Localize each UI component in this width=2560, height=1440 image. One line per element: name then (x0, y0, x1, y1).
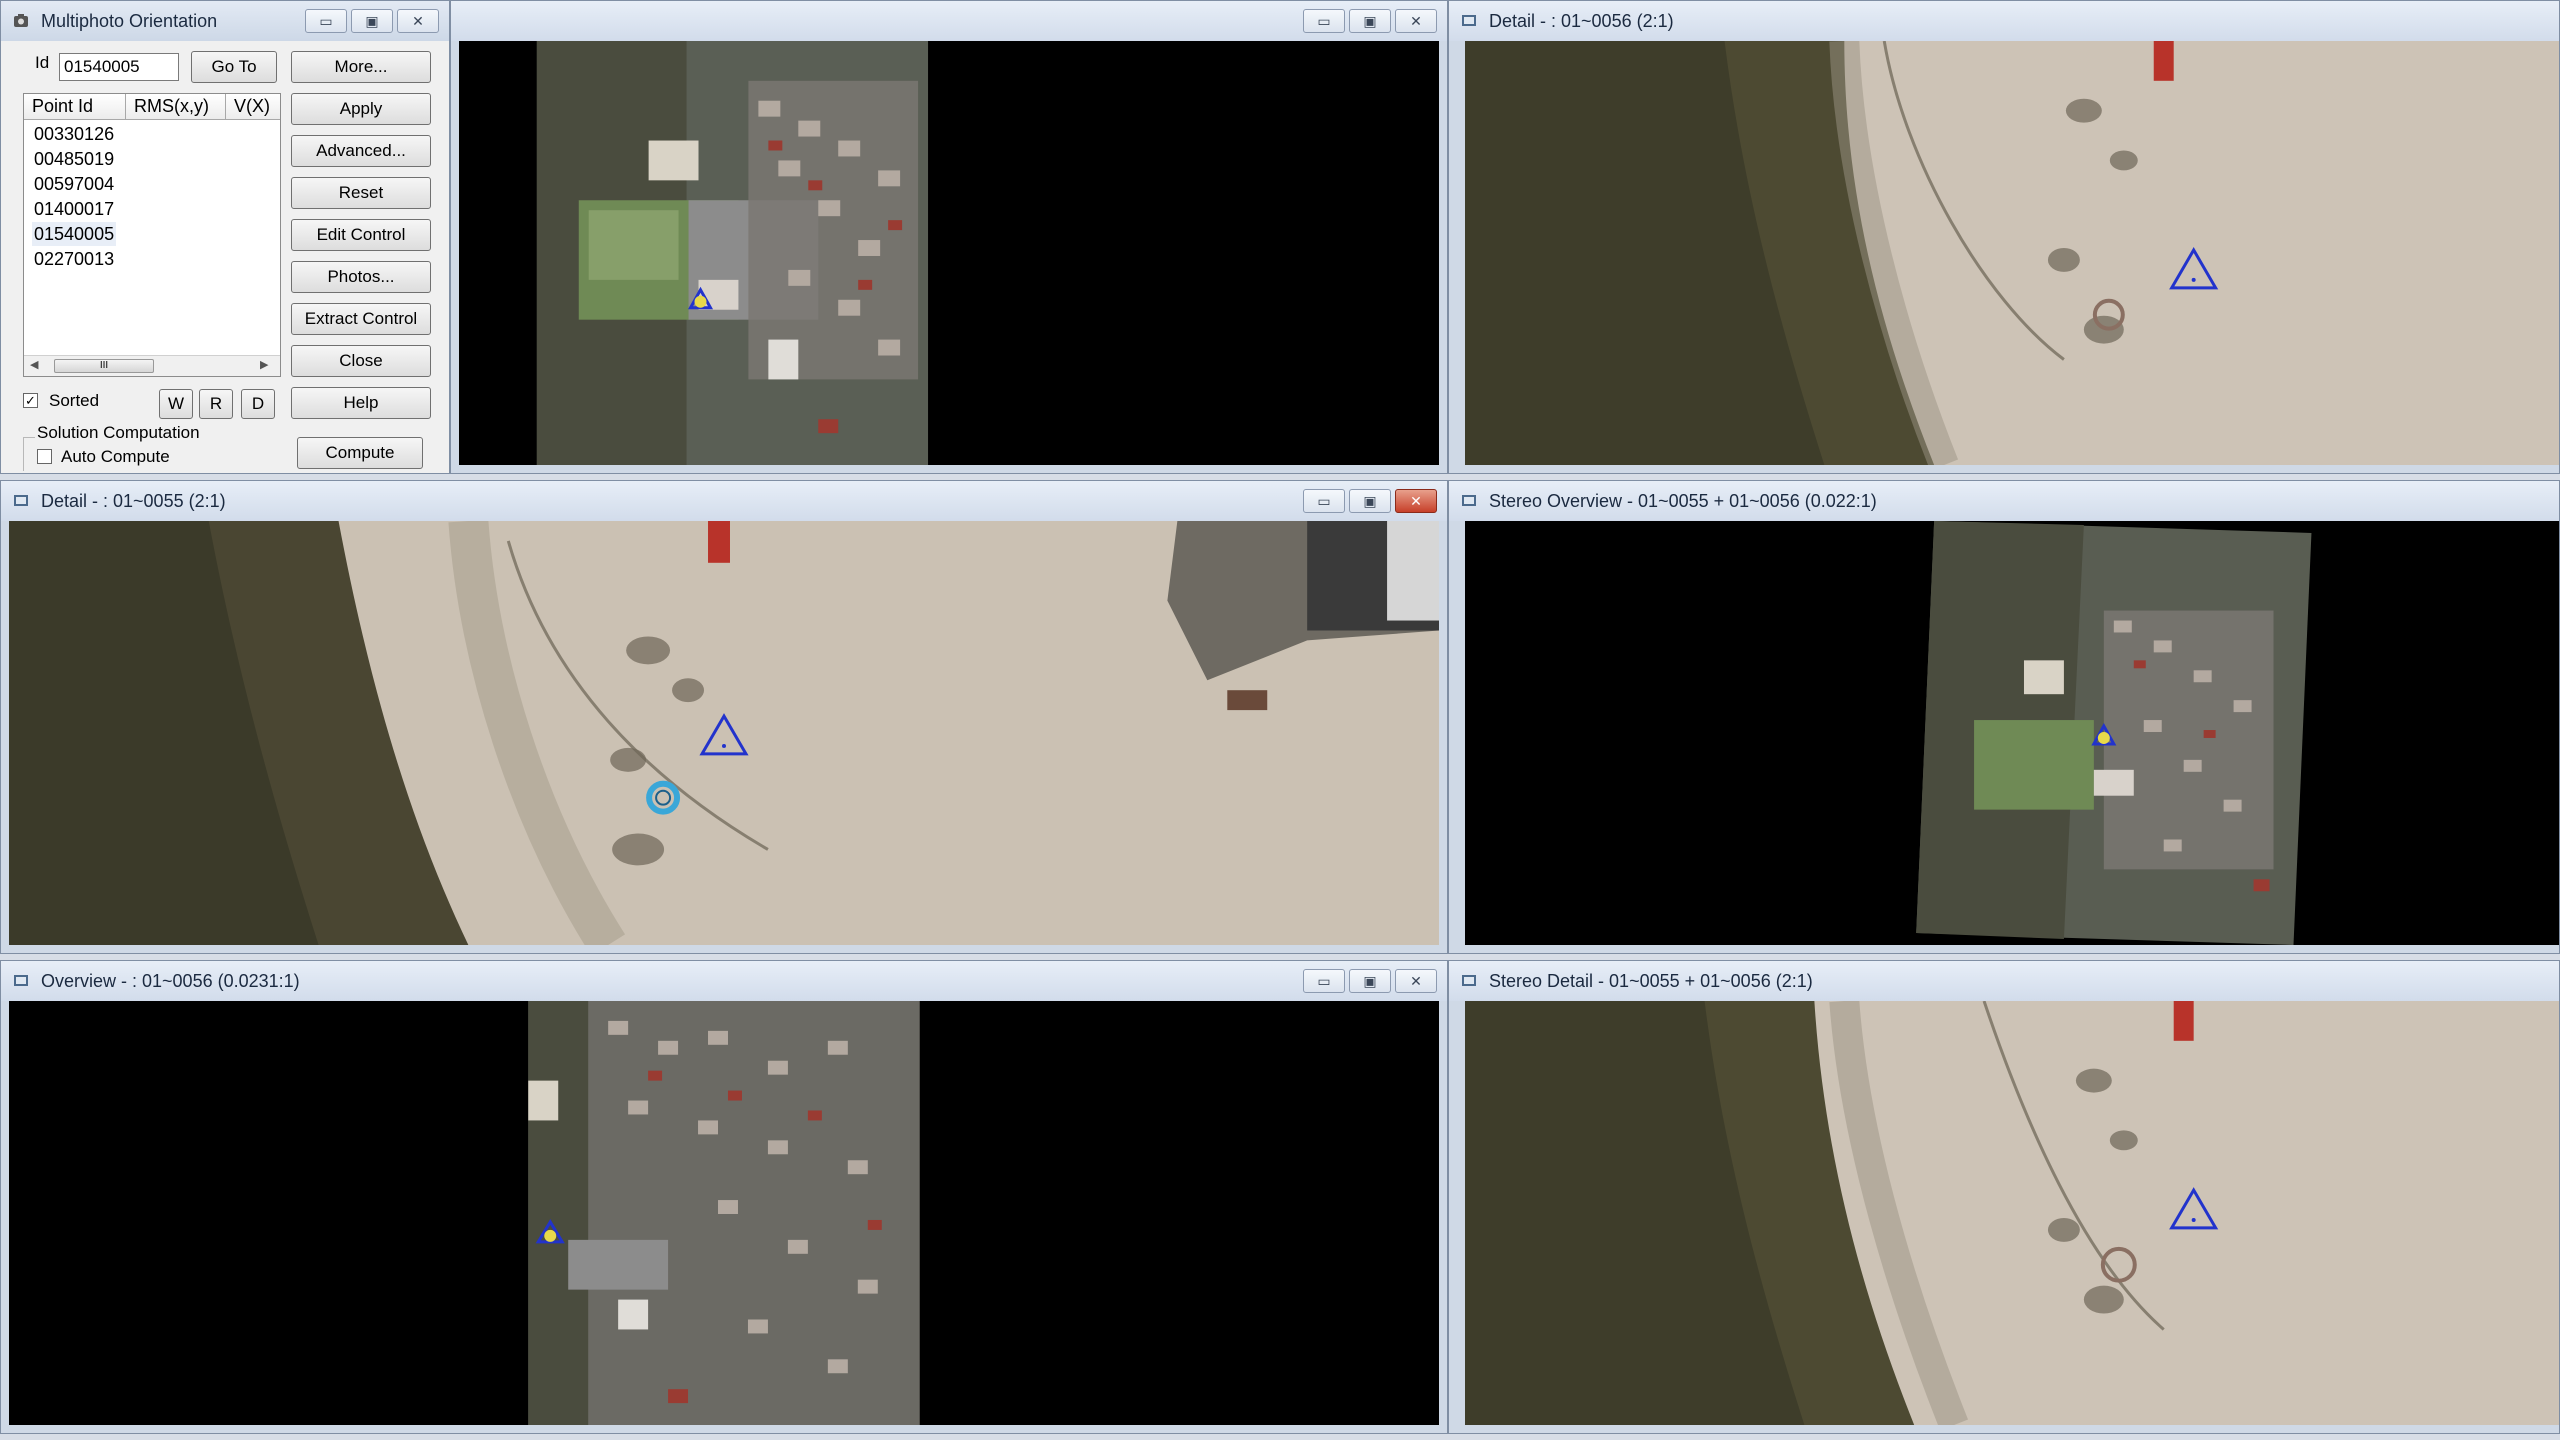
window-icon (1462, 15, 1476, 26)
maximize-icon: ▣ (1363, 493, 1377, 509)
detail-0056-title: Detail - : 01~0056 (2:1) (1489, 11, 1674, 31)
stereo-detail-titlebar[interactable]: Stereo Detail - 01~0055 + 01~0056 (2:1) (1449, 961, 2559, 1001)
close-dialog-button[interactable]: Close (291, 345, 431, 377)
aerial-image-stereo-overview (1465, 521, 2559, 945)
stereo-overview-viewport[interactable] (1465, 521, 2559, 945)
reset-button[interactable]: Reset (291, 177, 431, 209)
stereo-overview-window: Stereo Overview - 01~0055 + 01~0056 (0.0… (1448, 480, 2560, 954)
multiphoto-orientation-dialog: Multiphoto Orientation ▭ ▣ ✕ Id 01540005… (0, 0, 450, 474)
stereo-overview-title: Stereo Overview - 01~0055 + 01~0056 (0.0… (1489, 491, 1877, 511)
d-button[interactable]: D (241, 389, 275, 419)
stereo-detail-viewport[interactable] (1465, 1001, 2559, 1425)
maximize-button[interactable]: ▣ (1349, 9, 1391, 33)
r-button[interactable]: R (199, 389, 233, 419)
column-header-rms[interactable]: RMS(x,y) (126, 94, 226, 120)
point-list[interactable]: Point Id RMS(x,y) V(X) 00330126 00485019… (23, 93, 281, 377)
minimize-button[interactable]: ▭ (1303, 9, 1345, 33)
more-button[interactable]: More... (291, 51, 431, 83)
close-button[interactable]: ✕ (397, 9, 439, 33)
go-to-button[interactable]: Go To (191, 51, 277, 83)
aerial-image-overview-top (459, 41, 1439, 465)
edit-control-button[interactable]: Edit Control (291, 219, 431, 251)
maximize-icon: ▣ (1363, 973, 1377, 989)
maximize-button[interactable]: ▣ (1349, 969, 1391, 993)
w-button[interactable]: W (159, 389, 193, 419)
window-icon (14, 14, 28, 27)
overview-top-viewport[interactable] (459, 41, 1439, 465)
close-button[interactable]: ✕ (1395, 9, 1437, 33)
close-icon: ✕ (1410, 13, 1422, 29)
close-button[interactable]: ✕ (1395, 489, 1437, 513)
close-icon: ✕ (1410, 493, 1422, 509)
horizontal-scrollbar[interactable]: ◀ III ▶ (24, 355, 280, 376)
id-input[interactable]: 01540005 (59, 53, 179, 81)
detail-0056-titlebar[interactable]: Detail - : 01~0056 (2:1) (1449, 1, 2559, 41)
maximize-button[interactable]: ▣ (1349, 489, 1391, 513)
overview-top-titlebar[interactable]: ▭ ▣ ✕ (451, 1, 1447, 41)
close-icon: ✕ (412, 13, 424, 29)
compute-button[interactable]: Compute (297, 437, 423, 469)
extract-control-button[interactable]: Extract Control (291, 303, 431, 335)
minimize-icon: ▭ (1317, 973, 1331, 989)
photos-button[interactable]: Photos... (291, 261, 431, 293)
list-item-selected[interactable]: 01540005 (32, 222, 117, 246)
help-button[interactable]: Help (291, 387, 431, 419)
column-header-point-id[interactable]: Point Id (24, 94, 126, 120)
aerial-image-overview-0056 (9, 1001, 1439, 1425)
minimize-icon: ▭ (1317, 13, 1331, 29)
solution-computation-label: Solution Computation (35, 423, 202, 443)
close-button[interactable]: ✕ (1395, 969, 1437, 993)
overview-0056-viewport[interactable] (9, 1001, 1439, 1425)
list-item[interactable]: 01400017 (32, 197, 116, 221)
window-icon (1462, 495, 1476, 506)
list-item[interactable]: 02270013 (32, 247, 116, 271)
window-icon (14, 495, 28, 506)
detail-0056-viewport[interactable] (1465, 41, 2559, 465)
auto-compute-label: Auto Compute (61, 447, 170, 466)
scroll-left-icon[interactable]: ◀ (30, 358, 38, 371)
minimize-icon: ▭ (319, 13, 333, 29)
window-icon (1462, 975, 1476, 986)
apply-button[interactable]: Apply (291, 93, 431, 125)
id-label: Id (35, 53, 50, 72)
scroll-thumb[interactable]: III (54, 359, 154, 373)
close-icon: ✕ (1410, 973, 1422, 989)
aerial-image-detail-0056 (1465, 41, 2559, 465)
advanced-button[interactable]: Advanced... (291, 135, 431, 167)
stereo-overview-titlebar[interactable]: Stereo Overview - 01~0055 + 01~0056 (0.0… (1449, 481, 2559, 521)
maximize-button[interactable]: ▣ (351, 9, 393, 33)
maximize-icon: ▣ (365, 13, 379, 29)
sorted-label: Sorted (49, 391, 100, 410)
list-item[interactable]: 00330126 (32, 122, 116, 146)
scroll-right-icon[interactable]: ▶ (260, 358, 268, 371)
detail-0055-title: Detail - : 01~0055 (2:1) (41, 491, 226, 511)
detail-window-0055: Detail - : 01~0055 (2:1) ▭ ▣ ✕ (0, 480, 1448, 954)
stereo-detail-title: Stereo Detail - 01~0055 + 01~0056 (2:1) (1489, 971, 1813, 991)
overview-window-top: ▭ ▣ ✕ (450, 0, 1448, 474)
minimize-button[interactable]: ▭ (305, 9, 347, 33)
dialog-titlebar[interactable]: Multiphoto Orientation ▭ ▣ ✕ (1, 1, 449, 41)
detail-0055-viewport[interactable] (9, 521, 1439, 945)
minimize-button[interactable]: ▭ (1303, 969, 1345, 993)
overview-0056-titlebar[interactable]: Overview - : 01~0056 (0.0231:1) ▭ ▣ ✕ (1, 961, 1447, 1001)
minimize-button[interactable]: ▭ (1303, 489, 1345, 513)
detail-0055-titlebar[interactable]: Detail - : 01~0055 (2:1) ▭ ▣ ✕ (1, 481, 1447, 521)
overview-window-0056: Overview - : 01~0056 (0.0231:1) ▭ ▣ ✕ (0, 960, 1448, 1434)
detail-window-0056-top: Detail - : 01~0056 (2:1) (1448, 0, 2560, 474)
sorted-checkbox[interactable]: ✓ (23, 393, 38, 408)
aerial-image-stereo-detail (1465, 1001, 2559, 1425)
dialog-title: Multiphoto Orientation (41, 11, 218, 31)
list-item[interactable]: 00485019 (32, 147, 116, 171)
aerial-image-detail-0055 (9, 521, 1439, 945)
column-header-vx[interactable]: V(X) (226, 94, 280, 120)
minimize-icon: ▭ (1317, 493, 1331, 509)
stereo-detail-window: Stereo Detail - 01~0055 + 01~0056 (2:1) (1448, 960, 2560, 1434)
overview-0056-title: Overview - : 01~0056 (0.0231:1) (41, 971, 300, 991)
window-icon (14, 975, 28, 986)
auto-compute-checkbox[interactable] (37, 449, 52, 464)
maximize-icon: ▣ (1363, 13, 1377, 29)
list-item[interactable]: 00597004 (32, 172, 116, 196)
